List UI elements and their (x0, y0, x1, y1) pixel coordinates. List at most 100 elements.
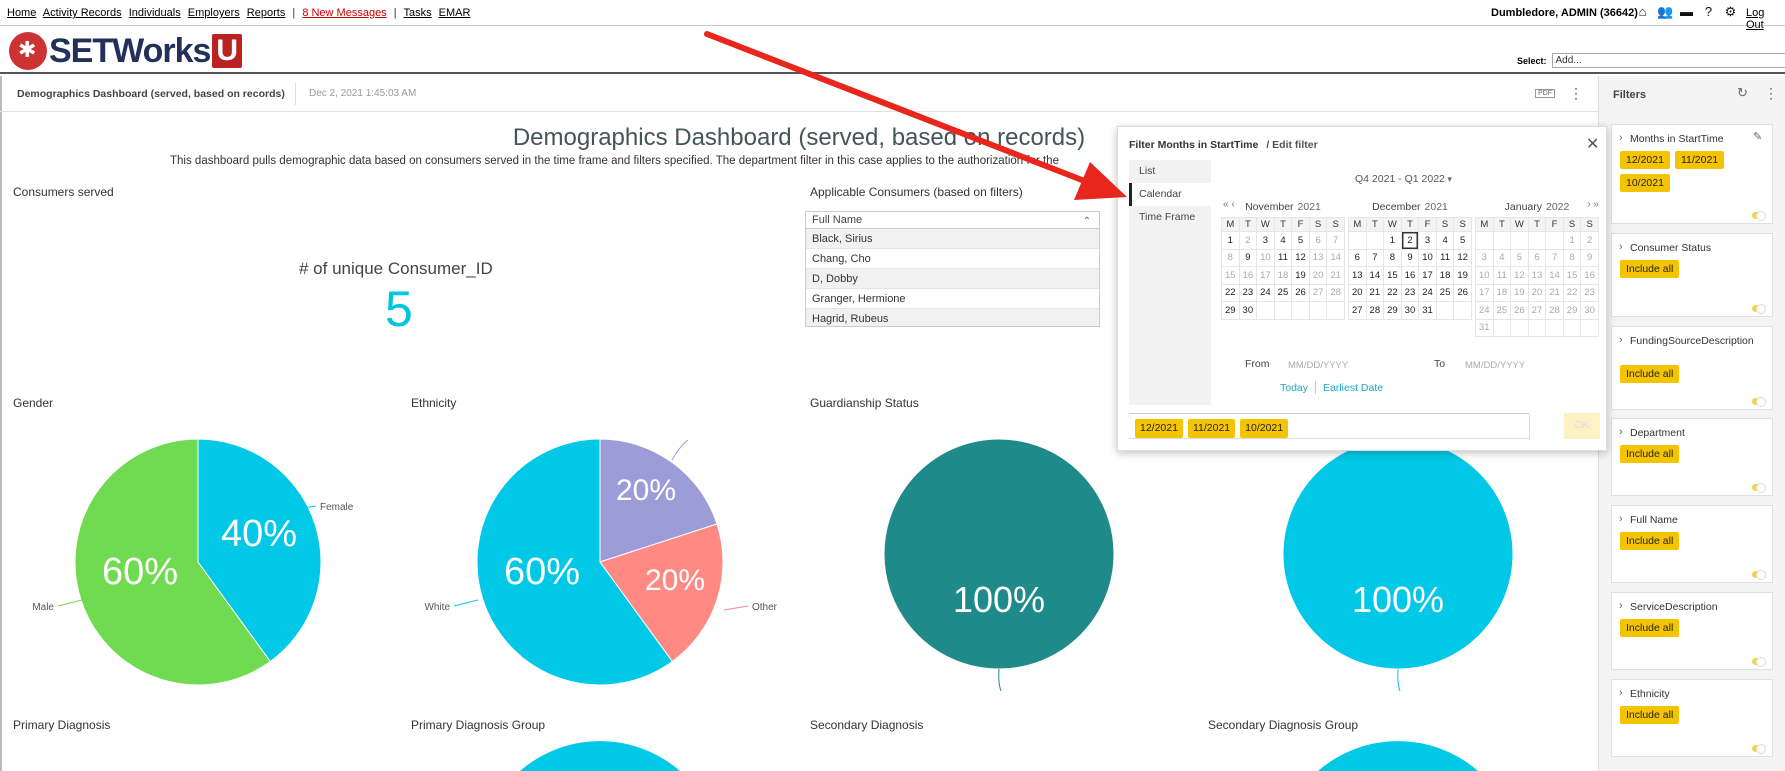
calendar-day[interactable]: 20 (1527, 283, 1547, 302)
calendar-day[interactable]: 1 (1383, 231, 1402, 250)
pie-slice[interactable] (197, 438, 322, 663)
filter-chip[interactable]: Include all (1620, 260, 1680, 278)
calendar-day[interactable]: 14 (1326, 248, 1345, 267)
users-icon[interactable]: 👥 (1657, 4, 1673, 19)
calendar-day[interactable]: 11 (1492, 266, 1512, 285)
filter-card-name[interactable]: Full Name (1619, 513, 1745, 527)
selected-month-chip[interactable]: 11/2021 (1187, 419, 1236, 438)
filter-chip[interactable]: Include all (1620, 619, 1680, 637)
calendar-day[interactable]: 5 (1291, 231, 1310, 250)
calendar-day[interactable]: 24 (1256, 283, 1275, 302)
calendar-day[interactable]: 22 (1221, 283, 1240, 302)
nav-messages[interactable]: 8 New Messages (302, 7, 386, 19)
calendar-day[interactable]: 2 (1400, 231, 1420, 250)
calendar-day[interactable]: 7 (1545, 248, 1564, 267)
filter-chip[interactable]: Include all (1620, 365, 1680, 383)
calendar-day[interactable]: 9 (1580, 248, 1599, 267)
calendar-day[interactable]: 12 (1453, 248, 1472, 267)
next-month-icon[interactable]: › » (1587, 199, 1599, 210)
filter-chip[interactable]: 12/2021 (1620, 151, 1670, 169)
calendar-day[interactable]: 25 (1435, 283, 1455, 302)
calendar-day[interactable]: 3 (1256, 231, 1275, 250)
calendar-day[interactable]: 4 (1435, 231, 1455, 250)
calendar-day[interactable]: 16 (1400, 266, 1420, 285)
calendar-day[interactable]: 29 (1383, 301, 1402, 320)
calendar-day[interactable]: 20 (1308, 266, 1328, 285)
calendar-day[interactable]: 24 (1475, 301, 1494, 320)
calendar-day[interactable]: 5 (1510, 248, 1529, 267)
calendar-day[interactable]: 11 (1273, 248, 1293, 267)
calendar-day[interactable]: 25 (1273, 283, 1293, 302)
calendar-day[interactable]: 8 (1221, 248, 1240, 267)
calendar-day[interactable]: 18 (1273, 266, 1293, 285)
selected-month-chip[interactable]: 12/2021 (1135, 419, 1183, 438)
setworks-logo[interactable]: SETWorks U (9, 31, 243, 71)
tab-calendar[interactable]: Calendar (1129, 183, 1211, 206)
calendar-day[interactable]: 19 (1510, 283, 1529, 302)
filter-toggle[interactable] (1752, 397, 1766, 407)
filter-toggle[interactable] (1752, 483, 1766, 493)
filter-toggle[interactable] (1752, 744, 1766, 754)
ok-button[interactable]: OK (1564, 413, 1600, 439)
calendar-day[interactable]: 21 (1365, 283, 1385, 302)
calendar-day[interactable]: 26 (1291, 283, 1310, 302)
tab-time-frame[interactable]: Time Frame (1129, 206, 1211, 229)
calendar-day[interactable]: 17 (1256, 266, 1275, 285)
calendar-day[interactable]: 30 (1238, 301, 1258, 320)
filter-toggle[interactable] (1752, 570, 1766, 580)
calendar-day[interactable]: 6 (1348, 248, 1367, 267)
pie-slice[interactable] (1282, 438, 1514, 670)
nav-activity-records[interactable]: Activity Records (43, 7, 122, 19)
filter-chip[interactable]: Include all (1620, 532, 1680, 550)
more-options-icon[interactable]: ⋮ (1569, 85, 1583, 102)
calendar-day[interactable]: 15 (1221, 266, 1240, 285)
calendar-day[interactable]: 28 (1545, 301, 1564, 320)
calendar-day[interactable]: 31 (1475, 318, 1494, 337)
calendar-day[interactable]: 25 (1492, 301, 1512, 320)
filter-toggle[interactable] (1752, 657, 1766, 667)
calendar-day[interactable]: 6 (1527, 248, 1547, 267)
nav-employers[interactable]: Employers (188, 7, 240, 19)
pie-slice[interactable] (599, 523, 724, 663)
filter-card[interactable]: Ethnicity Include all (1611, 679, 1773, 757)
reload-icon[interactable]: ↻ (1737, 85, 1748, 101)
calendar-day[interactable]: 22 (1562, 283, 1582, 302)
calendar-day[interactable]: 21 (1326, 266, 1345, 285)
calendar-day[interactable]: 26 (1453, 283, 1472, 302)
calendar-day[interactable]: 18 (1435, 266, 1455, 285)
filter-card-name[interactable]: Ethnicity (1619, 687, 1745, 701)
pie-slice[interactable] (883, 438, 1115, 670)
calendar-day[interactable]: 3 (1475, 248, 1494, 267)
calendar-day[interactable]: 14 (1365, 266, 1385, 285)
calendar-day[interactable]: 16 (1580, 266, 1599, 285)
calendar-day[interactable]: 13 (1527, 266, 1547, 285)
filter-card[interactable]: Consumer Status Include all (1611, 233, 1773, 317)
filter-card-name[interactable]: Department (1619, 426, 1745, 440)
range-dropdown[interactable]: Q4 2021 - Q1 2022 (1355, 173, 1452, 185)
calendar-day[interactable]: 1 (1562, 231, 1582, 250)
briefcase-icon[interactable]: ▬ (1679, 4, 1694, 19)
calendar-day[interactable]: 28 (1326, 283, 1345, 302)
filter-card[interactable]: Months in StartTime ✎ 12/202111/202110/202… (1611, 124, 1773, 224)
table-row[interactable]: Black, Sirius (806, 229, 1099, 249)
filter-card[interactable]: Department Include all (1611, 418, 1773, 496)
filter-card-name[interactable]: Months in StartTime (1619, 132, 1745, 146)
calendar-day[interactable]: 23 (1238, 283, 1258, 302)
edit-filter-link[interactable]: / Edit filter (1266, 139, 1317, 151)
filter-toggle[interactable] (1752, 304, 1766, 314)
calendar-day[interactable]: 9 (1238, 248, 1258, 267)
filter-toggle[interactable] (1752, 211, 1766, 221)
calendar-day[interactable]: 20 (1348, 283, 1367, 302)
calendar-day[interactable]: 10 (1475, 266, 1494, 285)
calendar-day[interactable]: 8 (1383, 248, 1402, 267)
today-link[interactable]: Today (1280, 382, 1308, 394)
table-row[interactable]: D, Dobby (806, 269, 1099, 289)
filter-chip[interactable]: 10/2021 (1620, 174, 1670, 192)
calendar-day[interactable]: 7 (1365, 248, 1385, 267)
calendar-day[interactable]: 4 (1273, 231, 1293, 250)
calendar-day[interactable]: 1 (1221, 231, 1240, 250)
calendar-day[interactable]: 11 (1435, 248, 1455, 267)
filter-chip[interactable]: Include all (1620, 706, 1680, 724)
prev-month-icon[interactable]: « ‹ (1223, 199, 1235, 210)
calendar-day[interactable]: 2 (1580, 231, 1599, 250)
